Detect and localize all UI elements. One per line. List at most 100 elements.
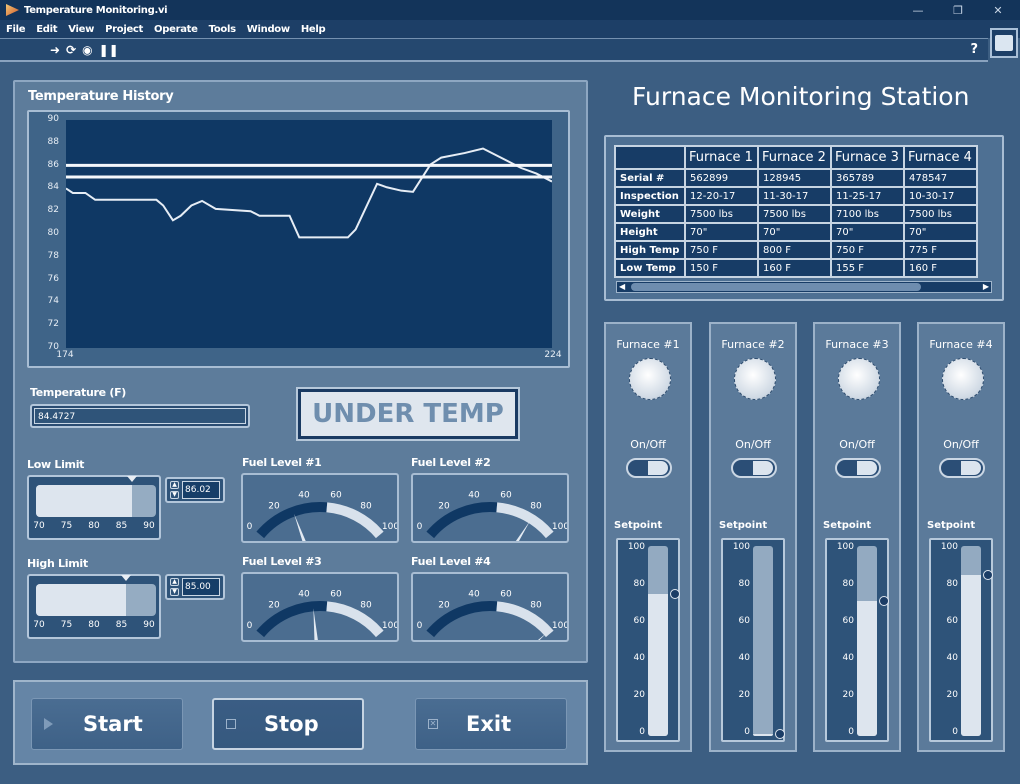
setpoint-slider-handle[interactable] — [983, 569, 993, 580]
gauge-tick-label: 80 — [360, 600, 372, 610]
low-limit-slider[interactable]: 70 75 80 85 90 — [27, 475, 161, 540]
setpoint-slider[interactable]: 100 80 60 40 20 0 — [825, 538, 889, 742]
setpoint-slider-handle[interactable] — [775, 729, 785, 740]
context-help-icon[interactable] — [990, 28, 1018, 58]
pause-icon[interactable]: ❚❚ — [99, 43, 119, 57]
start-button[interactable]: Start — [31, 698, 183, 750]
on-off-switch[interactable] — [626, 458, 672, 478]
gauge-tick-label: 20 — [438, 600, 450, 610]
decrement-button[interactable]: ▼ — [170, 588, 179, 596]
menu-operate[interactable]: Operate — [154, 24, 198, 35]
on-off-switch[interactable] — [939, 458, 985, 478]
high-limit-slider[interactable]: 70 75 80 85 90 — [27, 574, 161, 639]
y-tick-label: 82 — [47, 205, 59, 216]
furnace-name: Furnace #3 — [825, 338, 889, 351]
abort-icon[interactable]: ◉ — [82, 43, 92, 57]
table-cell[interactable]: 800 F — [759, 242, 830, 258]
table-cell[interactable]: 11-25-17 — [832, 188, 903, 204]
table-cell[interactable]: 7500 lbs — [905, 206, 976, 222]
menu-file[interactable]: File — [6, 24, 26, 35]
table-cell[interactable]: 10-30-17 — [905, 188, 976, 204]
setpoint-tick-label: 60 — [842, 616, 854, 626]
decrement-button[interactable]: ▼ — [170, 491, 179, 499]
gauge-arc-high — [326, 502, 384, 539]
close-button[interactable]: ✕ — [980, 0, 1016, 20]
table-cell[interactable]: 70" — [759, 224, 830, 240]
increment-button[interactable]: ▲ — [170, 481, 179, 489]
restore-button[interactable]: ❐ — [940, 0, 976, 20]
menu-tools[interactable]: Tools — [209, 24, 236, 35]
y-tick-label: 78 — [47, 250, 59, 261]
menu-project[interactable]: Project — [105, 24, 143, 35]
table-cell[interactable]: 160 F — [759, 260, 830, 276]
setpoint-track — [857, 546, 877, 736]
furnace-status-led — [734, 358, 776, 400]
scroll-right-icon[interactable]: ▶ — [983, 282, 989, 291]
setpoint-slider[interactable]: 100 80 60 40 20 0 — [721, 538, 785, 742]
fuel-level-3-gauge: 0 20 40 60 80 100 — [241, 572, 399, 642]
menu-view[interactable]: View — [68, 24, 94, 35]
table-cell[interactable]: 70" — [832, 224, 903, 240]
furnace-status-led — [629, 358, 671, 400]
table-cell[interactable]: 7100 lbs — [832, 206, 903, 222]
table-cell[interactable]: 128945 — [759, 170, 830, 186]
menu-edit[interactable]: Edit — [36, 24, 57, 35]
stop-button[interactable]: Stop — [212, 698, 364, 750]
table-header: Furnace 3 — [832, 147, 903, 168]
setpoint-slider-handle[interactable] — [670, 588, 680, 599]
slider-thumb[interactable] — [121, 575, 131, 581]
table-cell[interactable]: 7500 lbs — [686, 206, 757, 222]
on-off-switch[interactable] — [731, 458, 777, 478]
table-cell[interactable]: 562899 — [686, 170, 757, 186]
scrollbar-thumb[interactable] — [631, 283, 921, 291]
table-cell[interactable]: 160 F — [905, 260, 976, 276]
high-limit-numeric[interactable]: ▲ ▼ 85.00 — [165, 574, 225, 600]
setpoint-tick-label: 100 — [836, 542, 854, 552]
table-cell[interactable]: 70" — [686, 224, 757, 240]
table-cell[interactable]: 11-30-17 — [759, 188, 830, 204]
setpoint-slider-handle[interactable] — [879, 596, 889, 607]
table-cell[interactable]: 155 F — [832, 260, 903, 276]
setpoint-tick-label: 60 — [633, 616, 645, 626]
setpoint-track — [961, 546, 981, 736]
setpoint-slider[interactable]: 100 80 60 40 20 0 — [929, 538, 993, 742]
table-cell[interactable]: 365789 — [832, 170, 903, 186]
scroll-left-icon[interactable]: ◀ — [619, 282, 625, 291]
table-cell[interactable]: 70" — [905, 224, 976, 240]
menu-help[interactable]: Help — [301, 24, 326, 35]
furnace-status-led — [838, 358, 880, 400]
run-continuous-icon[interactable]: ⟳ — [66, 43, 76, 57]
setpoint-fill — [753, 734, 773, 736]
chart-svg — [65, 147, 553, 239]
table-cell[interactable]: 750 F — [686, 242, 757, 258]
high-limit-label: High Limit — [27, 557, 88, 570]
on-off-switch[interactable] — [835, 458, 881, 478]
temperature-series-line — [65, 147, 553, 239]
exit-button[interactable]: ✕ Exit — [415, 698, 567, 750]
exit-label: Exit — [466, 712, 512, 736]
on-off-label: On/Off — [943, 438, 979, 451]
increment-button[interactable]: ▲ — [170, 578, 179, 586]
table-cell[interactable]: 775 F — [905, 242, 976, 258]
table-cell[interactable]: 750 F — [832, 242, 903, 258]
minimize-button[interactable]: — — [900, 0, 936, 20]
table-cell[interactable]: 7500 lbs — [759, 206, 830, 222]
table-cell[interactable]: 12-20-17 — [686, 188, 757, 204]
furnace-table-frame: Furnace 1 Furnace 2 Furnace 3 Furnace 4 … — [604, 135, 1004, 301]
slider-thumb[interactable] — [127, 476, 138, 482]
on-off-label: On/Off — [630, 438, 666, 451]
help-icon[interactable]: ? — [970, 42, 978, 57]
table-horizontal-scrollbar[interactable]: ◀ ▶ — [616, 281, 992, 293]
run-arrow-icon[interactable]: ➜ — [50, 43, 60, 57]
low-limit-input[interactable]: 86.02 — [182, 481, 220, 499]
low-limit-numeric[interactable]: ▲ ▼ 86.02 — [165, 477, 225, 503]
setpoint-slider[interactable]: 100 80 60 40 20 0 — [616, 538, 680, 742]
gauge-arc-high — [496, 601, 554, 638]
setpoint-tick-label: 0 — [848, 727, 854, 737]
table-cell[interactable]: 150 F — [686, 260, 757, 276]
high-limit-input[interactable]: 85.00 — [182, 578, 220, 596]
furnace-name: Furnace #1 — [616, 338, 680, 351]
menu-window[interactable]: Window — [247, 24, 290, 35]
setpoint-tick-label: 20 — [738, 690, 750, 700]
table-cell[interactable]: 478547 — [905, 170, 976, 186]
